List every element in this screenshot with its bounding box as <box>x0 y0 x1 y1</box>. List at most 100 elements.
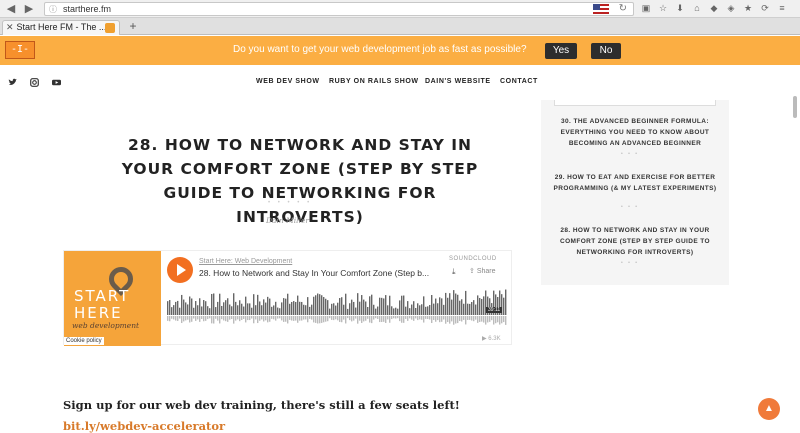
waveform-reflection <box>177 316 179 321</box>
artwork-subtitle: web development <box>72 321 140 330</box>
waveform-reflection <box>441 316 443 322</box>
address-bar[interactable]: ⓘ starthere.fm ↻ <box>44 2 634 16</box>
waveform-bar <box>315 295 317 315</box>
extension-icon[interactable]: ◆ <box>708 2 720 14</box>
waveform[interactable] <box>167 289 507 325</box>
waveform-bar <box>459 300 461 315</box>
waveform-reflection <box>405 316 407 319</box>
site-info-icon[interactable]: ⓘ <box>49 4 59 14</box>
waveform-reflection <box>213 316 215 324</box>
browser-tab[interactable]: ✕ Start Here FM - The ... <box>2 20 120 35</box>
waveform-bar <box>217 301 219 315</box>
sidebar-episode-29[interactable]: 29. HOW TO EAT AND EXERCISE FOR BETTER P… <box>547 172 723 194</box>
nav-contact[interactable]: CONTACT <box>500 78 538 85</box>
close-tab-icon[interactable]: ✕ <box>6 22 14 32</box>
site-logo[interactable]: -I- <box>5 41 35 59</box>
waveform-bar <box>403 295 405 315</box>
waveform-reflection <box>271 316 273 319</box>
no-button[interactable]: No <box>591 43 621 59</box>
download-icon[interactable]: ⬇ <box>674 2 686 14</box>
waveform-bar <box>293 301 295 315</box>
waveform-bar <box>345 293 347 315</box>
sidebar-episode-28[interactable]: 28. HOW TO NETWORK AND STAY IN YOUR COMF… <box>547 225 723 258</box>
waveform-reflection <box>471 316 473 321</box>
sidebar-divider-stars: • • • <box>621 151 640 157</box>
waveform-reflection <box>301 316 303 321</box>
waveform-reflection <box>315 316 317 323</box>
waveform-bar <box>359 301 361 315</box>
shield-icon[interactable]: ◈ <box>725 2 737 14</box>
back-icon[interactable]: ◀ <box>4 2 18 16</box>
nav-dains-website[interactable]: DAIN'S WEBSITE <box>425 78 491 85</box>
star-icon[interactable]: ★ <box>742 2 754 14</box>
waveform-reflection <box>433 316 435 320</box>
waveform-bar <box>413 301 415 315</box>
menu-icon[interactable]: ≡ <box>776 2 788 14</box>
waveform-bar <box>387 305 389 315</box>
waveform-bar <box>385 295 387 315</box>
waveform-reflection <box>489 316 491 322</box>
sidebar-search-box[interactable] <box>554 100 716 106</box>
waveform-reflection <box>459 316 461 322</box>
waveform-reflection <box>421 316 423 320</box>
sync-icon[interactable]: ⟳ <box>759 2 771 14</box>
waveform-bar <box>283 298 285 315</box>
waveform-reflection <box>331 316 333 320</box>
sidebar-episode-30[interactable]: 30. THE ADVANCED BEGINNER FORMULA: EVERY… <box>547 116 723 149</box>
pocket-icon[interactable]: ▣ <box>640 2 652 14</box>
youtube-icon[interactable] <box>52 78 61 89</box>
author-name[interactable]: Dain Miller <box>266 216 309 225</box>
waveform-bar <box>311 304 313 315</box>
waveform-bar <box>249 303 251 315</box>
share-button[interactable]: ⇪ Share <box>469 267 496 275</box>
signup-link[interactable]: bit.ly/webdev-accelerator <box>63 419 225 433</box>
waveform-reflection <box>225 316 227 322</box>
nav-web-dev-show[interactable]: WEB DEV SHOW <box>256 78 320 85</box>
waveform-reflection <box>245 316 247 323</box>
waveform-reflection <box>485 316 487 325</box>
waveform-bar <box>361 295 363 315</box>
yes-button[interactable]: Yes <box>545 43 577 59</box>
waveform-bar <box>449 293 451 315</box>
waveform-reflection <box>329 316 331 319</box>
twitter-icon[interactable] <box>8 78 17 89</box>
home-icon[interactable]: ⌂ <box>691 2 703 14</box>
signup-text: Sign up for our web dev training, there'… <box>63 395 483 433</box>
waveform-reflection <box>251 316 253 319</box>
waveform-reflection <box>321 316 323 323</box>
waveform-reflection <box>307 316 309 323</box>
cookie-policy-link[interactable]: Cookie policy <box>64 337 104 345</box>
bookmark-icon[interactable]: ☆ <box>657 2 669 14</box>
waveform-bar <box>357 293 359 315</box>
waveform-bar <box>433 303 435 315</box>
waveform-reflection <box>387 316 389 320</box>
download-icon[interactable]: ⤓ <box>452 267 456 277</box>
waveform-bar <box>439 297 441 315</box>
waveform-reflection <box>175 316 177 321</box>
artist-link[interactable]: Start Here: Web Development <box>199 258 292 265</box>
waveform-reflection <box>327 316 329 322</box>
soundcloud-logo[interactable]: SOUNDCLOUD <box>449 256 497 262</box>
waveform-reflection <box>283 316 285 322</box>
waveform-reflection <box>305 316 307 320</box>
podcast-artwork[interactable]: START HERE web development Cookie policy <box>64 251 161 346</box>
waveform-bar <box>467 303 469 315</box>
waveform-reflection <box>487 316 489 323</box>
track-title[interactable]: 28. How to Network and Stay In Your Comf… <box>199 268 444 278</box>
waveform-reflection <box>445 316 447 324</box>
waveform-bar <box>503 297 505 315</box>
waveform-bar <box>319 294 321 315</box>
waveform-bar <box>245 296 247 315</box>
reload-icon[interactable]: ↻ <box>619 3 627 14</box>
page-scrollbar[interactable] <box>793 96 797 118</box>
nav-ruby-on-rails-show[interactable]: RUBY ON RAILS SHOW <box>329 78 419 85</box>
new-tab-button[interactable]: + <box>126 20 140 34</box>
forward-icon[interactable]: ▶ <box>22 2 36 16</box>
scroll-to-top-button[interactable]: ▲ <box>758 398 780 420</box>
waveform-bar <box>201 306 203 315</box>
waveform-reflection <box>355 316 357 319</box>
waveform-reflection <box>391 316 393 320</box>
waveform-reflection <box>501 316 503 324</box>
instagram-icon[interactable] <box>30 78 39 89</box>
play-button[interactable] <box>167 257 193 283</box>
